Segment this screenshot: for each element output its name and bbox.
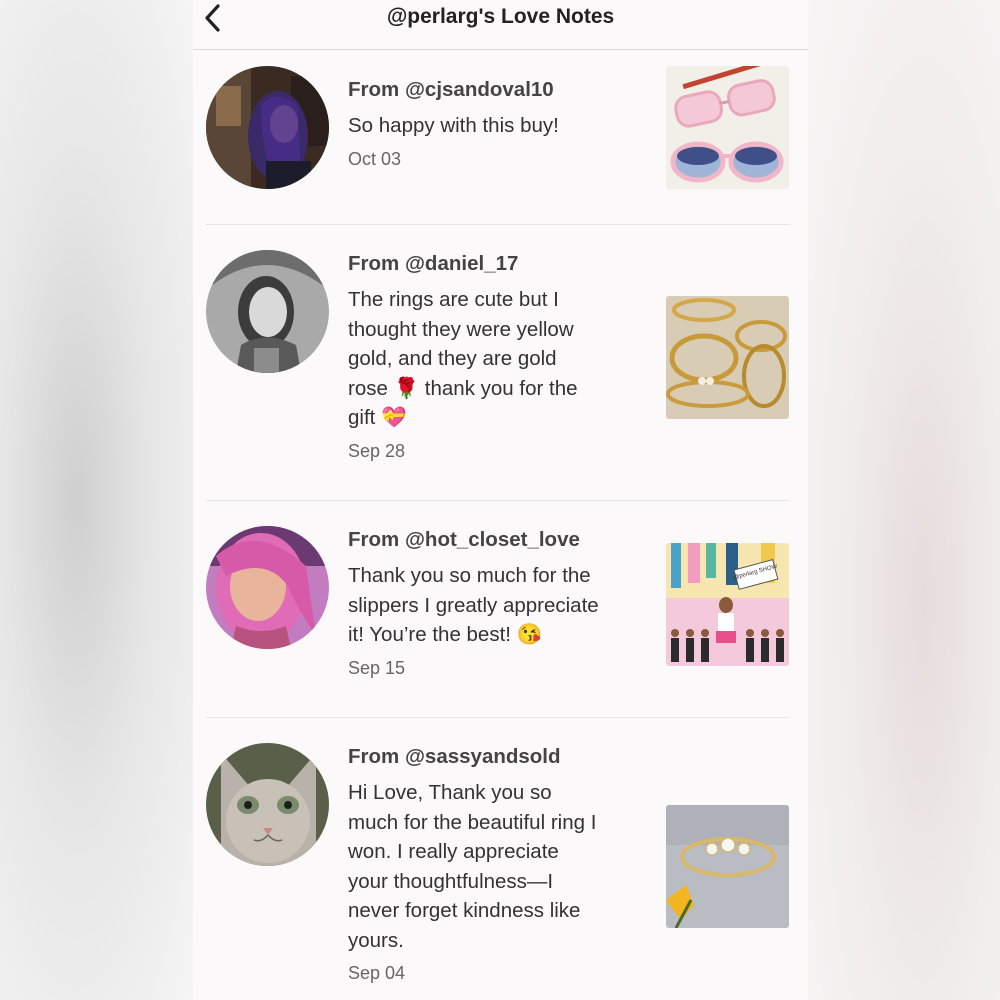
note-sender[interactable]: From @sassyandsold bbox=[348, 743, 648, 771]
divider bbox=[206, 500, 789, 501]
product-thumbnail[interactable] bbox=[666, 805, 789, 928]
note-message: So happy with this buy! bbox=[348, 114, 559, 137]
note-message: The rings are cute but I thought they we… bbox=[348, 288, 578, 429]
note-message: Thank you so much for the slippers I gre… bbox=[348, 564, 599, 646]
product-thumbnail[interactable] bbox=[666, 66, 789, 189]
note-date: Sep 04 bbox=[348, 963, 406, 983]
note-sender[interactable]: From @hot_closet_love bbox=[348, 526, 648, 554]
note-sender[interactable]: From @cjsandoval10 bbox=[348, 76, 648, 104]
note-date: Oct 03 bbox=[348, 148, 402, 169]
note-content: From @sassyandsold Hi Love, Thank you so… bbox=[348, 743, 648, 984]
background-right bbox=[808, 0, 1000, 1000]
note-message: Hi Love, Thank you so much for the beaut… bbox=[348, 781, 597, 952]
note-content: From @daniel_17 The rings are cute but I… bbox=[348, 250, 648, 462]
product-thumbnail[interactable]: @perlarg SHOW bbox=[666, 543, 789, 666]
background-left bbox=[0, 0, 193, 1000]
page-title: @perlarg's Love Notes bbox=[386, 5, 615, 28]
note-sender[interactable]: From @daniel_17 bbox=[348, 250, 648, 278]
header-bar: @perlarg's Love Notes bbox=[193, 0, 808, 50]
product-thumbnail[interactable] bbox=[666, 296, 789, 419]
note-content: From @hot_closet_love Thank you so much … bbox=[348, 526, 648, 679]
note-date: Sep 15 bbox=[348, 657, 406, 678]
app-screen: @perlarg's Love Notes From @cjsandoval10… bbox=[193, 0, 808, 1000]
divider bbox=[206, 717, 789, 718]
avatar[interactable] bbox=[206, 743, 329, 866]
avatar[interactable] bbox=[206, 66, 329, 189]
note-date: Sep 28 bbox=[348, 440, 406, 461]
avatar[interactable] bbox=[206, 526, 329, 649]
avatar[interactable] bbox=[206, 250, 329, 373]
note-content: From @cjsandoval10 So happy with this bu… bbox=[348, 76, 648, 170]
divider bbox=[206, 224, 789, 225]
